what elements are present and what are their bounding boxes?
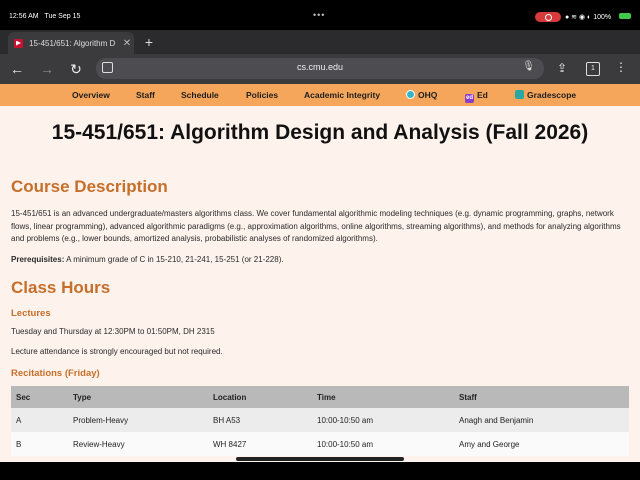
tab-count-button[interactable]: 1 [586, 62, 600, 76]
tab-title: 15-451/651: Algorithm D [29, 38, 116, 48]
more-menu-icon[interactable]: ⋮ [615, 60, 627, 74]
nav-policies[interactable]: Policies [246, 90, 278, 100]
screen-record-icon[interactable] [535, 12, 561, 22]
table-row: B Review-Heavy WH 8427 10:00-10:50 am Am… [11, 432, 629, 456]
table-row: A Problem-Heavy BH A53 10:00-10:50 am An… [11, 408, 629, 432]
multitask-dots-icon[interactable]: ••• [313, 10, 325, 20]
forward-arrow-icon[interactable]: → [38, 60, 56, 78]
microphone-icon[interactable]: 🎙 [522, 61, 535, 72]
cell-type: Problem-Heavy [68, 408, 208, 432]
bottom-bezel [0, 462, 640, 480]
new-tab-button[interactable]: + [140, 33, 158, 51]
cell-location: BH A53 [208, 408, 312, 432]
reload-icon[interactable]: ↻ [67, 60, 85, 78]
nav-schedule[interactable]: Schedule [181, 90, 219, 100]
nav-gradescope[interactable]: Gradescope [515, 90, 576, 100]
nav-ohq[interactable]: OHQ [406, 90, 437, 100]
prerequisites-label: Prerequisites: [11, 255, 65, 264]
course-description-text: 15-451/651 is an advanced undergraduate/… [11, 209, 621, 243]
col-time: Time [312, 386, 454, 408]
recitations-table: Sec Type Location Time Staff A Problem-H… [11, 386, 629, 456]
home-indicator[interactable] [236, 457, 404, 461]
nav-overview[interactable]: Overview [72, 90, 110, 100]
prerequisites-text: A minimum grade of C in 15-210, 21-241, … [64, 255, 284, 264]
lectures-heading: Lectures [11, 308, 51, 319]
col-sec: Sec [11, 386, 68, 408]
nav-academic-integrity[interactable]: Academic Integrity [304, 90, 380, 100]
site-nav: Overview Staff Schedule Policies Academi… [0, 84, 640, 106]
status-bar: 12:56 AM Tue Sep 15 ••• ● ≋ ◉ ◐ 100% [0, 0, 640, 30]
url-text: cs.cmu.edu [296, 62, 344, 72]
cell-time: 10:00-10:50 am [312, 408, 454, 432]
system-icons: ● ≋ ◉ ◐ 100% [565, 14, 612, 21]
share-icon[interactable]: ⇪ [557, 61, 567, 75]
lectures-note: Lecture attendance is strongly encourage… [11, 347, 223, 356]
cell-sec: A [11, 408, 68, 432]
status-time: 12:56 AM Tue Sep 15 [9, 13, 81, 20]
browser-tab[interactable]: 15-451/651: Algorithm D ✕ [8, 32, 134, 54]
address-bar[interactable]: cs.cmu.edu 🎙 [96, 58, 544, 79]
col-type: Type [68, 386, 208, 408]
recitations-heading: Recitations (Friday) [11, 368, 100, 379]
ohq-icon [406, 90, 415, 99]
prerequisites: Prerequisites: A minimum grade of C in 1… [11, 254, 623, 267]
browser-tab-bar: 15-451/651: Algorithm D ✕ + [0, 30, 640, 54]
col-staff: Staff [454, 386, 629, 408]
browser-toolbar: ← → ↻ cs.cmu.edu 🎙 ⇪ 1 ⋮ [0, 54, 640, 84]
cell-time: 10:00-10:50 am [312, 432, 454, 456]
web-page: Overview Staff Schedule Policies Academi… [0, 84, 640, 462]
table-header-row: Sec Type Location Time Staff [11, 386, 629, 408]
cell-staff: Anagh and Benjamin [454, 408, 629, 432]
cell-type: Review-Heavy [68, 432, 208, 456]
lectures-time: Tuesday and Thursday at 12:30PM to 01:50… [11, 327, 215, 336]
gradescope-icon [515, 90, 524, 99]
course-description-heading: Course Description [11, 177, 168, 196]
cell-location: WH 8427 [208, 432, 312, 456]
back-arrow-icon[interactable]: ← [8, 60, 26, 78]
cell-sec: B [11, 432, 68, 456]
ed-icon: ed [465, 94, 474, 103]
col-location: Location [208, 386, 312, 408]
cell-staff: Amy and George [454, 432, 629, 456]
nav-ed[interactable]: ed Ed [465, 90, 488, 103]
cmu-favicon-icon [14, 38, 23, 48]
nav-staff[interactable]: Staff [136, 90, 155, 100]
page-title: 15-451/651: Algorithm Design and Analysi… [51, 121, 589, 144]
class-hours-heading: Class Hours [11, 278, 111, 297]
battery-icon [619, 13, 631, 19]
close-tab-icon[interactable]: ✕ [120, 38, 134, 49]
